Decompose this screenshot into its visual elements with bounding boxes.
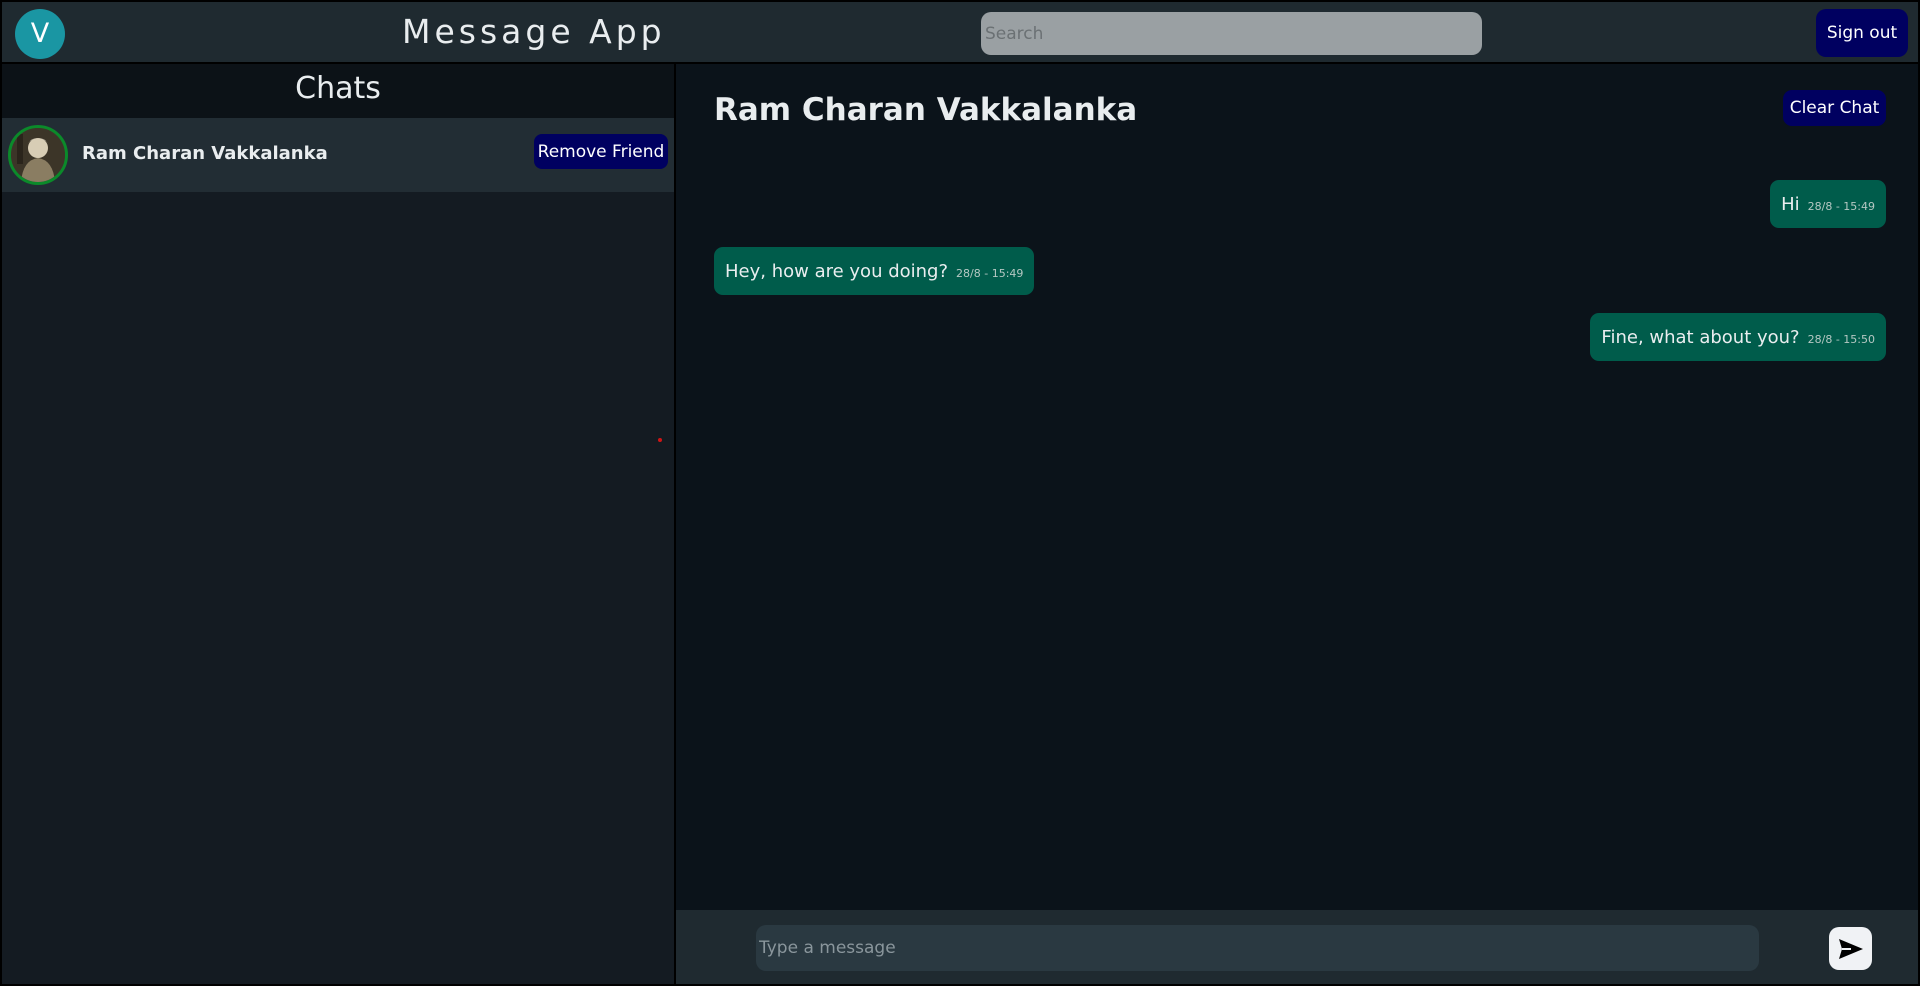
- red-dot-marker: [658, 438, 662, 442]
- message-text: Hi: [1781, 193, 1800, 215]
- chat-title: Ram Charan Vakkalanka: [714, 92, 1138, 128]
- message-text: Hey, how are you doing?: [725, 260, 949, 282]
- send-button[interactable]: [1829, 927, 1872, 970]
- friend-avatar: [8, 125, 68, 185]
- friend-avatar-image: [11, 128, 65, 182]
- send-icon: [1838, 938, 1863, 959]
- chats-sidebar: Chats Ram Charan Vakkalanka Remove Frien…: [2, 64, 676, 984]
- search-input[interactable]: [981, 12, 1482, 55]
- clear-chat-button[interactable]: Clear Chat: [1783, 90, 1886, 126]
- message-bubble-outgoing: Fine, what about you? 28/8 - 15:50: [1590, 313, 1886, 361]
- message-input[interactable]: [756, 925, 1759, 971]
- message-composer: [676, 910, 1918, 984]
- message-time: 28/8 - 15:49: [1807, 199, 1875, 213]
- app-title: Message App: [402, 12, 666, 51]
- sidebar-title: Chats: [2, 64, 674, 118]
- message-time: 28/8 - 15:50: [1807, 332, 1875, 346]
- user-avatar[interactable]: V: [15, 9, 65, 59]
- message-text: Fine, what about you?: [1601, 326, 1800, 348]
- sign-out-button[interactable]: Sign out: [1816, 9, 1908, 57]
- message-time: 28/8 - 15:49: [956, 266, 1024, 280]
- chat-list-item[interactable]: Ram Charan Vakkalanka Remove Friend: [2, 118, 674, 192]
- friend-name: Ram Charan Vakkalanka: [82, 143, 328, 164]
- message-bubble-incoming: Hey, how are you doing? 28/8 - 15:49: [714, 247, 1035, 295]
- chat-panel: Ram Charan Vakkalanka Clear Chat Hi 28/8…: [676, 64, 1918, 984]
- message-bubble-outgoing: Hi 28/8 - 15:49: [1770, 180, 1886, 228]
- app-window: V Message App Sign out Chats Ram Charan …: [0, 0, 1920, 986]
- remove-friend-button[interactable]: Remove Friend: [534, 134, 668, 169]
- header: V Message App Sign out: [2, 2, 1918, 64]
